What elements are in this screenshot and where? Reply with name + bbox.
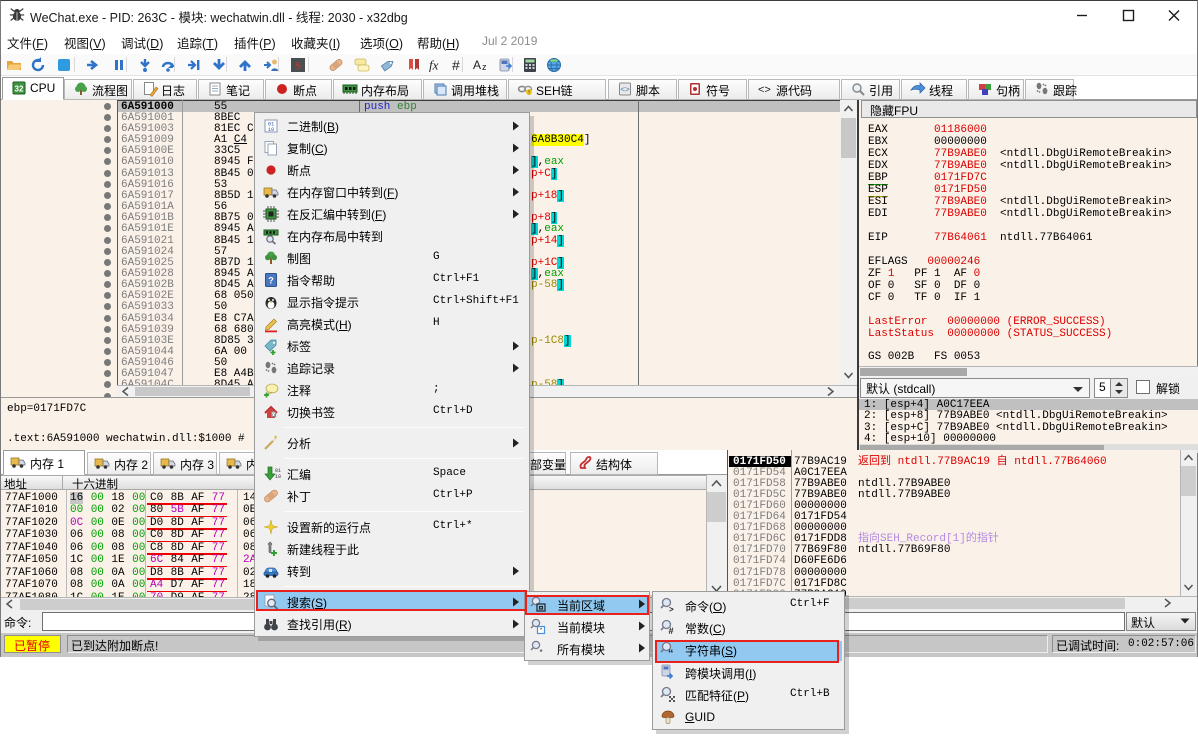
svg-text:z: z [482, 62, 487, 72]
svg-text:!: ! [528, 89, 530, 96]
svg-text:>: > [669, 605, 674, 614]
svg-text:32: 32 [15, 85, 24, 94]
svg-text:#: # [452, 57, 460, 73]
svg-text:<>: <> [758, 84, 771, 96]
svg-text:#: # [669, 626, 674, 636]
svg-text:A: A [473, 58, 481, 72]
svg-text:?: ? [268, 275, 274, 285]
svg-text:fx: fx [429, 58, 439, 73]
svg-text:<>: <> [620, 85, 630, 94]
svg-text:S: S [295, 60, 301, 72]
svg-text:*: * [539, 648, 542, 657]
svg-text:10: 10 [268, 126, 275, 133]
svg-text:10: 10 [275, 474, 281, 480]
